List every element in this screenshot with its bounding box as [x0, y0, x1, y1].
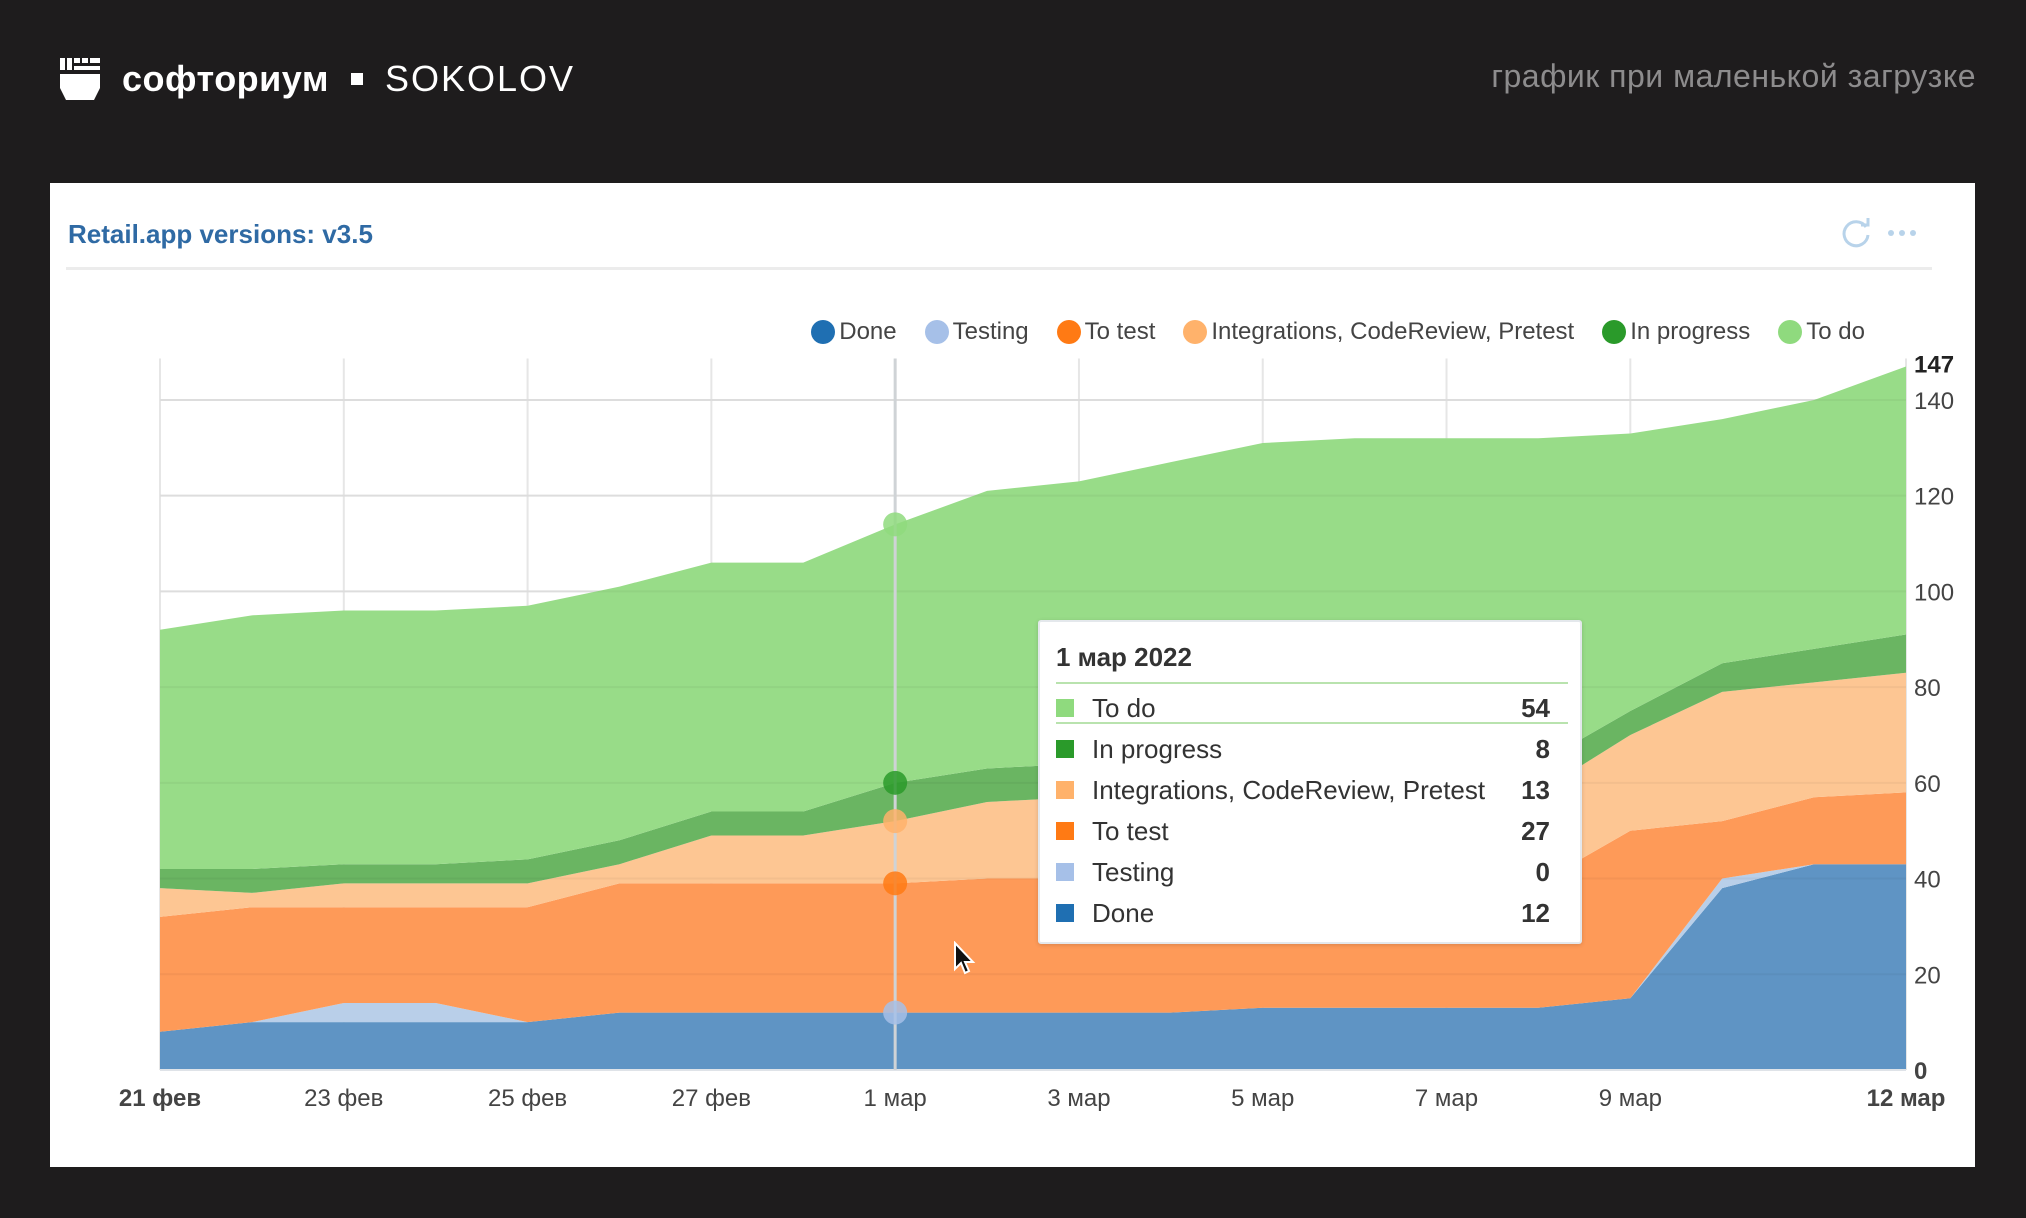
x-tick-label: 9 мар	[1599, 1085, 1662, 1112]
x-tick-label: 12 мар	[1867, 1085, 1946, 1112]
x-tick-label: 3 мар	[1047, 1085, 1110, 1112]
top-bar: софториум SOKOLOV график при маленькой з…	[0, 0, 2026, 160]
slide-subtitle: график при маленькой загрузке	[1491, 58, 1976, 94]
tooltip-swatch	[1056, 822, 1074, 840]
tooltip-value: 0	[1535, 856, 1550, 887]
hover-marker	[883, 809, 908, 834]
tooltip-swatch	[1056, 781, 1074, 799]
tooltip-label: Done	[1092, 897, 1155, 928]
brand: софториум SOKOLOV	[60, 56, 575, 102]
x-tick-label: 27 фев	[672, 1085, 751, 1112]
tooltip-swatch	[1056, 863, 1074, 881]
y-tick-label: 140	[1914, 388, 1954, 415]
tooltip-value: 8	[1535, 733, 1550, 764]
tooltip-label: To test	[1092, 815, 1169, 846]
chart-tooltip: 1 мар 2022 To do 54 In progress 8 Integratio…	[1038, 620, 1582, 944]
tooltip-row: To test 27	[1056, 811, 1550, 851]
tooltip-value: 27	[1521, 815, 1550, 846]
y-tick-label: 40	[1914, 867, 1941, 894]
hover-marker	[883, 512, 908, 537]
tooltip-label: To do	[1092, 692, 1156, 723]
stacked-area-chart: 02040608010012014014721 фев 23 фев 25 фев 2…	[119, 351, 1954, 1112]
tooltip-value: 13	[1521, 774, 1550, 805]
hover-marker	[883, 770, 908, 795]
tooltip-label: Integrations, CodeReview, Pretest	[1092, 774, 1486, 805]
hover-marker	[883, 871, 908, 896]
y-max-label: 147	[1914, 351, 1954, 378]
tooltip-swatch	[1056, 904, 1074, 922]
tooltip-value: 54	[1521, 692, 1550, 723]
tooltip-label: In progress	[1092, 733, 1223, 764]
tooltip-row: Done 12	[1056, 893, 1550, 933]
fist-logo-icon	[60, 58, 100, 100]
x-tick-label: 5 мар	[1231, 1085, 1294, 1112]
y-tick-label: 60	[1914, 771, 1941, 798]
y-tick-label: 100	[1914, 579, 1954, 606]
tooltip-value: 12	[1521, 897, 1550, 928]
x-tick-label: 1 мар	[864, 1085, 927, 1112]
chart-card: Retail.app versions: v3.5 Done Testing To …	[50, 183, 1975, 1167]
y-tick-label: 120	[1914, 484, 1954, 511]
tooltip-divider	[1056, 722, 1568, 724]
partner-name: SOKOLOV	[384, 58, 576, 99]
y-tick-label: 20	[1914, 962, 1941, 989]
tooltip-swatch	[1056, 740, 1074, 758]
x-tick-label: 25 фев	[488, 1085, 567, 1112]
tooltip-row: Integrations, CodeReview, Pretest 13	[1056, 770, 1550, 810]
y-tick-label: 0	[1914, 1058, 1927, 1085]
tooltip-row: In progress 8	[1056, 729, 1550, 769]
brand-separator	[350, 73, 363, 85]
tooltip-title: 1 мар 2022	[1056, 642, 1192, 672]
tooltip-swatch	[1056, 699, 1074, 717]
y-tick-label: 80	[1914, 675, 1941, 702]
x-tick-label: 21 фев	[119, 1085, 201, 1112]
tooltip-label: Testing	[1092, 856, 1175, 887]
brand-name: софториум	[122, 58, 329, 99]
mouse-cursor-icon	[954, 941, 976, 975]
tooltip-row: Testing 0	[1056, 852, 1550, 892]
tooltip-divider	[1056, 682, 1568, 684]
hover-marker	[883, 1000, 908, 1025]
x-tick-label: 7 мар	[1415, 1085, 1478, 1112]
x-tick-label: 23 фев	[304, 1085, 383, 1112]
